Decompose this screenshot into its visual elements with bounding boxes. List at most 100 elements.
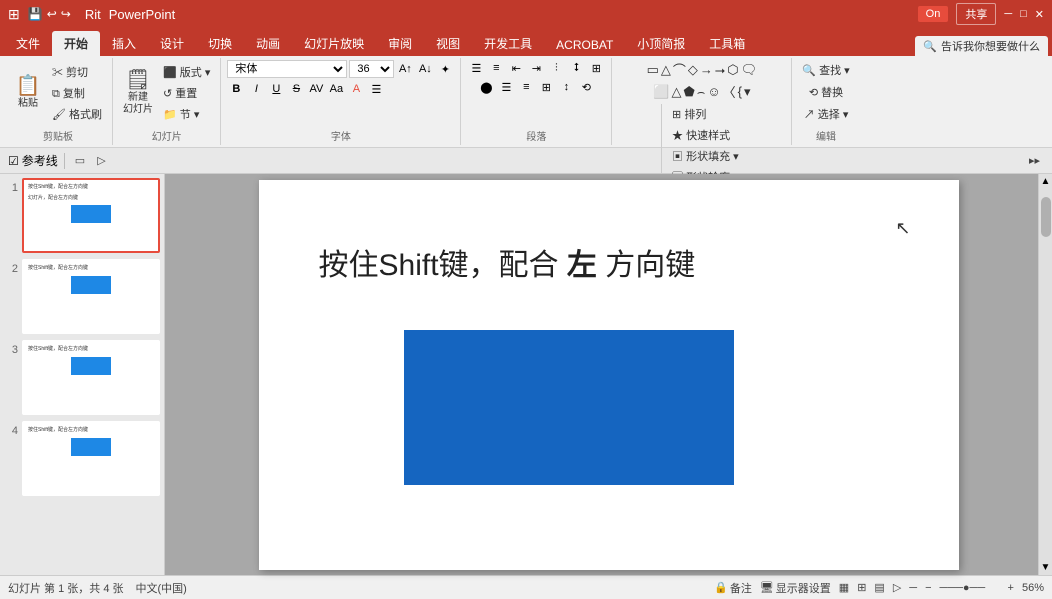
text-dir-btn[interactable]: ⭥	[567, 60, 585, 76]
quick-undo-icon[interactable]: ↩	[47, 7, 57, 21]
copy-button[interactable]: ⧉ 复制	[48, 83, 106, 103]
align-justify-btn[interactable]: ⊞	[537, 79, 555, 95]
more-shapes-btn[interactable]: ▾	[744, 84, 751, 100]
toolbar-more-btn[interactable]: ▸▸	[1025, 152, 1044, 169]
scroll-up-arrow[interactable]: ▲	[1041, 176, 1051, 187]
num-list-button[interactable]: ≡	[487, 60, 505, 76]
tab-topjianpu[interactable]: 小顶简报	[625, 31, 697, 56]
font-size-select[interactable]: 36 24 48	[349, 60, 394, 78]
layout-button[interactable]: ⬛ 版式 ▾	[159, 62, 214, 82]
tab-transition[interactable]: 切换	[196, 31, 244, 56]
case-btn[interactable]: Aa	[327, 81, 345, 97]
format-painter-button[interactable]: 🖌 格式刷	[48, 104, 106, 124]
section-button[interactable]: 📁 节 ▾	[159, 104, 214, 124]
smartart-btn[interactable]: ⊞	[587, 60, 605, 76]
maximize-btn[interactable]: □	[1020, 8, 1027, 20]
reference-line-checkbox[interactable]: ☑ 参考线	[8, 152, 58, 169]
indent-inc-btn[interactable]: ⇥	[527, 60, 545, 76]
app-menu-icon[interactable]: ⊞	[8, 6, 20, 23]
tab-developer[interactable]: 开发工具	[472, 31, 544, 56]
shape-icon-10[interactable]: △	[671, 84, 681, 100]
quick-redo-icon[interactable]: ↪	[61, 7, 71, 21]
scroll-thumb[interactable]	[1041, 197, 1051, 237]
slide-canvas[interactable]: 按住Shift键，配合 左 方向键 ↖	[259, 180, 959, 570]
slide-thumb-1[interactable]: 1 按住Shift键，配合左方向键 幻灯片，配合左方向键	[4, 178, 160, 253]
find-button[interactable]: 🔍 查找 ▾	[798, 60, 853, 80]
vertical-scrollbar[interactable]: ▲ ▼	[1038, 174, 1052, 575]
new-slide-button[interactable]: 🗒 新建幻灯片	[119, 63, 157, 123]
bold-button[interactable]: B	[227, 81, 245, 97]
close-btn[interactable]: ✕	[1035, 8, 1044, 21]
italic-button[interactable]: I	[247, 81, 265, 97]
clear-format-btn[interactable]: ✦	[436, 61, 454, 77]
minimize-btn[interactable]: ─	[1004, 8, 1012, 20]
slide-thumb-3[interactable]: 3 按住Shift键，配合左方向键	[4, 340, 160, 415]
shape-icon-3[interactable]: ⌒	[673, 60, 686, 79]
zoom-in-btn[interactable]: +	[1008, 582, 1014, 594]
tab-insert[interactable]: 插入	[100, 31, 148, 56]
quick-save-icon[interactable]: 💾	[28, 7, 43, 21]
shape-icon-2[interactable]: △	[661, 62, 671, 78]
slide-thumb-2[interactable]: 2 按住Shift键，配合左方向键	[4, 259, 160, 334]
shape-icon-4[interactable]: ◇	[688, 62, 698, 78]
zoom-out-btn[interactable]: −	[925, 582, 931, 594]
play-btn[interactable]: ▷	[93, 152, 109, 169]
font-color-btn[interactable]: A	[347, 81, 365, 97]
shape-icon-6[interactable]: ⭢	[715, 62, 725, 78]
quick-style-button[interactable]: ★ 快速样式	[668, 125, 743, 145]
shape-icon-13[interactable]: ☺	[707, 84, 720, 99]
reset-button[interactable]: ↺ 重置	[159, 83, 214, 103]
shape-icon-12[interactable]: ⌢	[697, 84, 706, 100]
backup-btn[interactable]: 🔒 备注	[714, 580, 752, 596]
tab-home[interactable]: 开始	[52, 31, 100, 56]
col-btn[interactable]: ⫶	[547, 60, 565, 76]
on-label[interactable]: On	[918, 6, 949, 22]
align-right-btn[interactable]: ≡	[517, 79, 535, 95]
tab-acrobat[interactable]: ACROBAT	[544, 34, 625, 56]
view-reading-btn[interactable]: ▤	[874, 581, 884, 594]
view-slideshow-btn[interactable]: ▷	[893, 581, 901, 594]
shape-icon-15[interactable]: {	[738, 84, 742, 99]
line-spacing-btn[interactable]: ↕	[557, 79, 575, 95]
shape-fill-button[interactable]: ▣ 形状填充 ▾	[668, 146, 743, 166]
tab-animation[interactable]: 动画	[244, 31, 292, 56]
view-normal-btn[interactable]: ▦	[839, 581, 849, 594]
grid-btn[interactable]: ▭	[71, 152, 89, 169]
shape-icon-8[interactable]: 🗨	[741, 62, 758, 78]
shape-icon-1[interactable]: ▭	[647, 62, 659, 78]
underline-button[interactable]: U	[267, 81, 285, 97]
share-btn[interactable]: 共享	[956, 3, 996, 25]
strikethrough-button[interactable]: S	[287, 81, 305, 97]
shape-icon-11[interactable]: ⬟	[683, 84, 694, 100]
view-slide-btn[interactable]: ⊞	[857, 581, 866, 594]
tab-toolbox[interactable]: 工具箱	[697, 31, 757, 56]
tab-file[interactable]: 文件	[4, 31, 52, 56]
font-size-increase-btn[interactable]: A↑	[396, 61, 414, 77]
select-button[interactable]: ↗ 选择 ▾	[800, 104, 853, 124]
search-box[interactable]: 🔍 告诉我你想要做什么	[915, 36, 1048, 56]
shape-icon-5[interactable]: →	[700, 62, 713, 77]
shape-icon-7[interactable]: ⬡	[727, 62, 738, 78]
align-left-btn[interactable]: ⬤	[477, 79, 495, 95]
font-size-decrease-btn[interactable]: A↓	[416, 61, 434, 77]
tab-review[interactable]: 审阅	[376, 31, 424, 56]
indent-dec-btn[interactable]: ⇤	[507, 60, 525, 76]
char-spacing-btn[interactable]: AV	[307, 81, 325, 97]
list-button[interactable]: ☰	[467, 60, 485, 76]
tab-slideshow[interactable]: 幻灯片放映	[292, 31, 376, 56]
tab-view[interactable]: 视图	[424, 31, 472, 56]
slide-thumb-4[interactable]: 4 按住Shift键，配合左方向键	[4, 421, 160, 496]
display-settings-btn[interactable]: 🖥 显示器设置	[760, 580, 831, 596]
convert-btn[interactable]: ⟲	[577, 79, 595, 95]
replace-button[interactable]: ⟲ 替换	[805, 82, 847, 102]
scroll-down-arrow[interactable]: ▼	[1041, 562, 1051, 573]
shape-icon-14[interactable]: 〈	[723, 82, 736, 101]
font-family-select[interactable]: 宋体 黑体 Arial	[227, 60, 347, 78]
shadow-btn[interactable]: ☰	[367, 81, 385, 97]
align-center-btn[interactable]: ☰	[497, 79, 515, 95]
paste-button[interactable]: 📋 粘贴	[10, 63, 46, 123]
cut-button[interactable]: ✂ 剪切	[48, 62, 106, 82]
zoom-slider[interactable]: ───●──	[940, 582, 1000, 594]
tab-design[interactable]: 设计	[148, 31, 196, 56]
arrange-button[interactable]: ⊞ 排列	[668, 104, 743, 124]
